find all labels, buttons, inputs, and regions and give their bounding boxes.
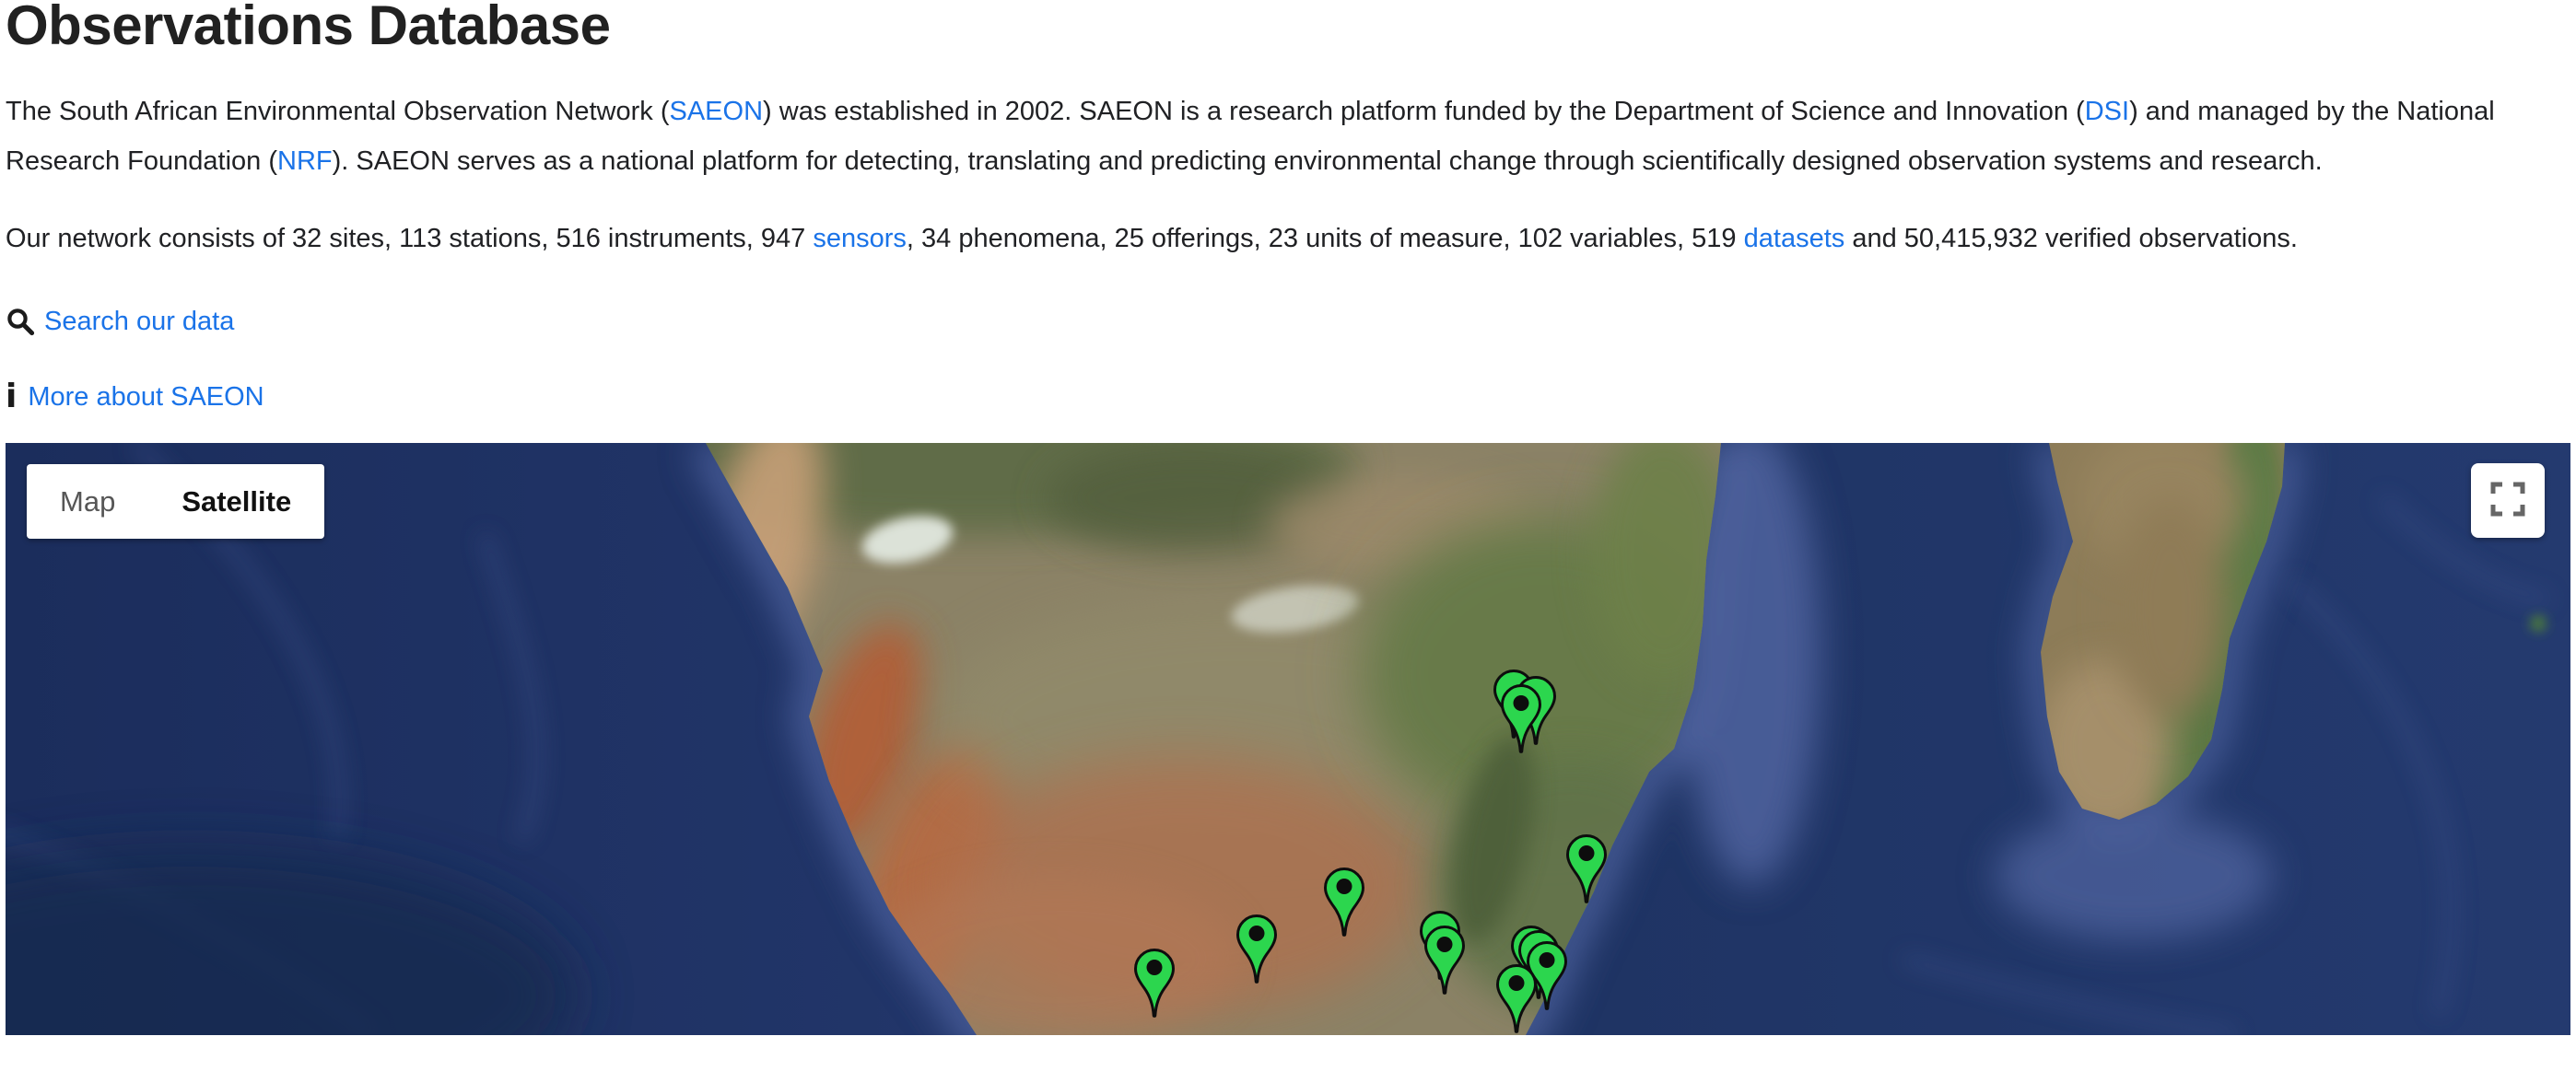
map-view-button[interactable]: Map: [27, 464, 148, 539]
sensors-link[interactable]: sensors: [813, 224, 907, 253]
saeon-link[interactable]: SAEON: [670, 97, 764, 126]
more-about-row: i More about SAEON: [6, 372, 2570, 422]
marker-cluster-midlands[interactable]: [1423, 925, 1466, 996]
search-data-row: Search our data: [6, 297, 2570, 346]
page-content: Observations Database The South African …: [0, 0, 2576, 422]
marker-coast-south[interactable]: [1495, 963, 1538, 1035]
intro-text-a: The South African Environmental Observat…: [6, 97, 670, 126]
satellite-terrain: [6, 443, 2570, 1035]
marker-cluster-highveld[interactable]: [1500, 683, 1542, 755]
network-stats-paragraph: Our network consists of 32 sites, 113 st…: [6, 214, 2570, 263]
more-about-saeon-link[interactable]: More about SAEON: [28, 372, 263, 422]
fullscreen-expand-icon: [2488, 480, 2527, 521]
small-island: [2530, 615, 2547, 632]
intro-paragraph: The South African Environmental Observat…: [6, 87, 2570, 186]
map-canvas[interactable]: Map Satellite: [6, 443, 2570, 1035]
map-type-control: Map Satellite: [27, 464, 324, 539]
network-text-a: Our network consists of 32 sites, 113 st…: [6, 224, 813, 253]
dsi-link[interactable]: DSI: [2085, 97, 2129, 126]
marker-karoo[interactable]: [1235, 914, 1278, 985]
nrf-link[interactable]: NRF: [277, 146, 333, 176]
marker-interior[interactable]: [1323, 867, 1365, 938]
marker-coast-north[interactable]: [1565, 833, 1608, 905]
intro-text-b: ) was established in 2002. SAEON is a re…: [763, 97, 2085, 126]
page-title: Observations Database: [6, 0, 2570, 53]
fullscreen-button[interactable]: [2471, 463, 2545, 538]
datasets-link[interactable]: datasets: [1744, 224, 1845, 253]
network-text-b: , 34 phenomena, 25 offerings, 23 units o…: [907, 224, 1744, 253]
network-text-c: and 50,415,932 verified observations.: [1844, 224, 2298, 253]
info-icon: i: [6, 380, 17, 413]
search-our-data-link[interactable]: Search our data: [44, 297, 234, 346]
search-icon: [6, 307, 35, 336]
satellite-view-button[interactable]: Satellite: [148, 464, 324, 539]
marker-karoo-west[interactable]: [1133, 948, 1176, 1019]
intro-text-d: ). SAEON serves as a national platform f…: [333, 146, 2323, 176]
